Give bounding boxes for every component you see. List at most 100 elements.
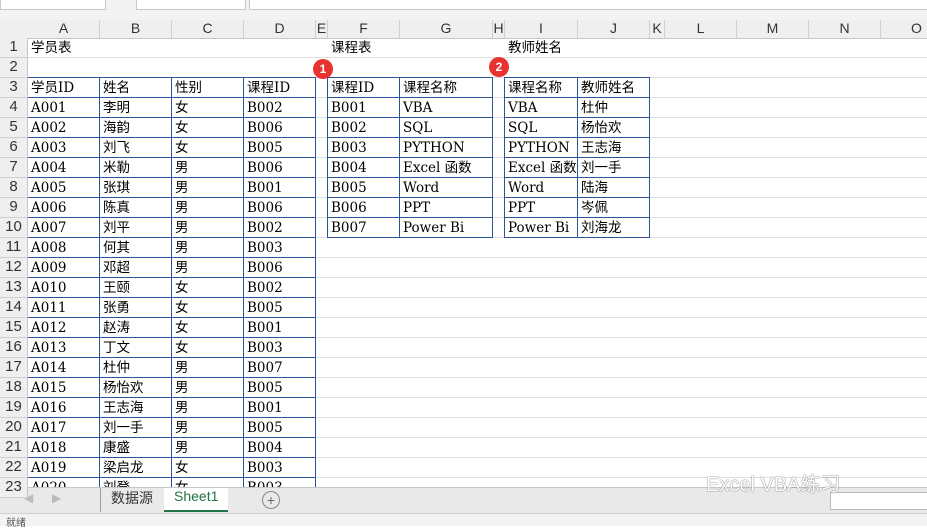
row-header-13[interactable]: 13 bbox=[0, 278, 28, 298]
students-cell[interactable]: A002 bbox=[27, 117, 100, 138]
students-cell[interactable]: 男 bbox=[171, 157, 244, 178]
row-header-23[interactable]: 23 bbox=[0, 478, 28, 498]
students-cell[interactable]: A018 bbox=[27, 437, 100, 458]
teachers-cell[interactable]: 王志海 bbox=[577, 137, 650, 158]
students-cell[interactable]: 丁文 bbox=[99, 337, 172, 358]
students-cell[interactable]: B005 bbox=[243, 377, 316, 398]
row-header-9[interactable]: 9 bbox=[0, 198, 28, 218]
column-header-D[interactable]: D bbox=[244, 20, 316, 38]
students-cell[interactable]: 刘飞 bbox=[99, 137, 172, 158]
courses-header-cell[interactable]: 课程名称 bbox=[399, 77, 493, 98]
students-cell[interactable]: A011 bbox=[27, 297, 100, 318]
students-cell[interactable]: 赵涛 bbox=[99, 317, 172, 338]
students-cell[interactable]: 刘一手 bbox=[99, 417, 172, 438]
students-cell[interactable]: B007 bbox=[243, 357, 316, 378]
courses-cell[interactable]: VBA bbox=[399, 97, 493, 118]
students-cell[interactable]: B002 bbox=[243, 217, 316, 238]
students-cell[interactable]: 女 bbox=[171, 137, 244, 158]
students-cell[interactable]: 梁启龙 bbox=[99, 457, 172, 478]
students-cell[interactable]: B006 bbox=[243, 117, 316, 138]
students-cell[interactable]: A005 bbox=[27, 177, 100, 198]
courses-cell[interactable]: B002 bbox=[327, 117, 400, 138]
students-cell[interactable]: B003 bbox=[243, 457, 316, 478]
column-header-B[interactable]: B bbox=[100, 20, 172, 38]
students-cell[interactable]: 王志海 bbox=[99, 397, 172, 418]
formula-buttons[interactable] bbox=[136, 0, 246, 10]
students-cell[interactable]: 男 bbox=[171, 257, 244, 278]
row-header-11[interactable]: 11 bbox=[0, 238, 28, 258]
row-header-22[interactable]: 22 bbox=[0, 458, 28, 478]
courses-cell[interactable]: PPT bbox=[399, 197, 493, 218]
students-cell[interactable]: 张勇 bbox=[99, 297, 172, 318]
row-header-19[interactable]: 19 bbox=[0, 398, 28, 418]
column-header-J[interactable]: J bbox=[578, 20, 650, 38]
row-header-14[interactable]: 14 bbox=[0, 298, 28, 318]
teachers-cell[interactable]: 岑佩 bbox=[577, 197, 650, 218]
students-cell[interactable]: A014 bbox=[27, 357, 100, 378]
students-cell[interactable]: 男 bbox=[171, 397, 244, 418]
students-cell[interactable]: 李明 bbox=[99, 97, 172, 118]
courses-cell[interactable]: B004 bbox=[327, 157, 400, 178]
teachers-cell[interactable]: VBA bbox=[504, 97, 578, 118]
students-cell[interactable]: A017 bbox=[27, 417, 100, 438]
column-header-I[interactable]: I bbox=[505, 20, 578, 38]
students-cell[interactable]: 男 bbox=[171, 237, 244, 258]
title-courses[interactable]: 课程表 bbox=[328, 38, 400, 58]
row-header-6[interactable]: 6 bbox=[0, 138, 28, 158]
students-cell[interactable]: 女 bbox=[171, 277, 244, 298]
students-cell[interactable]: 女 bbox=[171, 337, 244, 358]
students-cell[interactable]: 男 bbox=[171, 177, 244, 198]
students-cell[interactable]: 女 bbox=[171, 297, 244, 318]
row-header-12[interactable]: 12 bbox=[0, 258, 28, 278]
teachers-cell[interactable]: 杨怡欢 bbox=[577, 117, 650, 138]
courses-cell[interactable]: B007 bbox=[327, 217, 400, 238]
row-header-3[interactable]: 3 bbox=[0, 78, 28, 98]
teachers-cell[interactable]: PPT bbox=[504, 197, 578, 218]
courses-cell[interactable]: B001 bbox=[327, 97, 400, 118]
row-header-21[interactable]: 21 bbox=[0, 438, 28, 458]
horizontal-scrollbar[interactable] bbox=[830, 492, 927, 510]
add-sheet-icon[interactable]: + bbox=[262, 491, 280, 509]
students-cell[interactable]: 海韵 bbox=[99, 117, 172, 138]
students-cell[interactable]: B004 bbox=[243, 437, 316, 458]
teachers-cell[interactable]: Excel 函数 bbox=[504, 157, 578, 178]
column-header-F[interactable]: F bbox=[328, 20, 400, 38]
students-cell[interactable]: B006 bbox=[243, 197, 316, 218]
students-cell[interactable]: 张琪 bbox=[99, 177, 172, 198]
column-header-N[interactable]: N bbox=[809, 20, 881, 38]
students-cell[interactable]: 女 bbox=[171, 317, 244, 338]
students-cell[interactable]: 男 bbox=[171, 357, 244, 378]
column-header-E[interactable]: E bbox=[316, 20, 328, 38]
students-cell[interactable]: 杨怡欢 bbox=[99, 377, 172, 398]
tab-sheet1[interactable]: Sheet1 bbox=[164, 488, 229, 512]
teachers-cell[interactable]: 刘海龙 bbox=[577, 217, 650, 238]
row-header-5[interactable]: 5 bbox=[0, 118, 28, 138]
students-cell[interactable]: B003 bbox=[243, 337, 316, 358]
tab-data-source[interactable]: 数据源 bbox=[100, 488, 163, 512]
row-header-2[interactable]: 2 bbox=[0, 58, 28, 78]
scroll-right-icon[interactable]: ▶ bbox=[52, 491, 61, 505]
students-cell[interactable]: B002 bbox=[243, 97, 316, 118]
students-cell[interactable]: 陈真 bbox=[99, 197, 172, 218]
students-header-cell[interactable]: 课程ID bbox=[243, 77, 316, 98]
students-cell[interactable]: 男 bbox=[171, 417, 244, 438]
courses-cell[interactable]: B003 bbox=[327, 137, 400, 158]
students-cell[interactable]: 女 bbox=[171, 117, 244, 138]
row-header-20[interactable]: 20 bbox=[0, 418, 28, 438]
courses-cell[interactable]: B006 bbox=[327, 197, 400, 218]
column-header-A[interactable]: A bbox=[28, 20, 100, 38]
students-cell[interactable]: B006 bbox=[243, 157, 316, 178]
teachers-cell[interactable]: 刘一手 bbox=[577, 157, 650, 178]
row-header-1[interactable]: 1 bbox=[0, 38, 28, 58]
students-cell[interactable]: A015 bbox=[27, 377, 100, 398]
students-header-cell[interactable]: 姓名 bbox=[99, 77, 172, 98]
column-header-C[interactable]: C bbox=[172, 20, 244, 38]
students-cell[interactable]: 杜仲 bbox=[99, 357, 172, 378]
column-header-L[interactable]: L bbox=[665, 20, 737, 38]
students-header-cell[interactable]: 性别 bbox=[171, 77, 244, 98]
students-cell[interactable]: 男 bbox=[171, 437, 244, 458]
courses-cell[interactable]: PYTHON bbox=[399, 137, 493, 158]
students-cell[interactable]: 刘平 bbox=[99, 217, 172, 238]
teachers-cell[interactable]: 杜仲 bbox=[577, 97, 650, 118]
title-teachers[interactable]: 教师姓名 bbox=[505, 38, 578, 58]
